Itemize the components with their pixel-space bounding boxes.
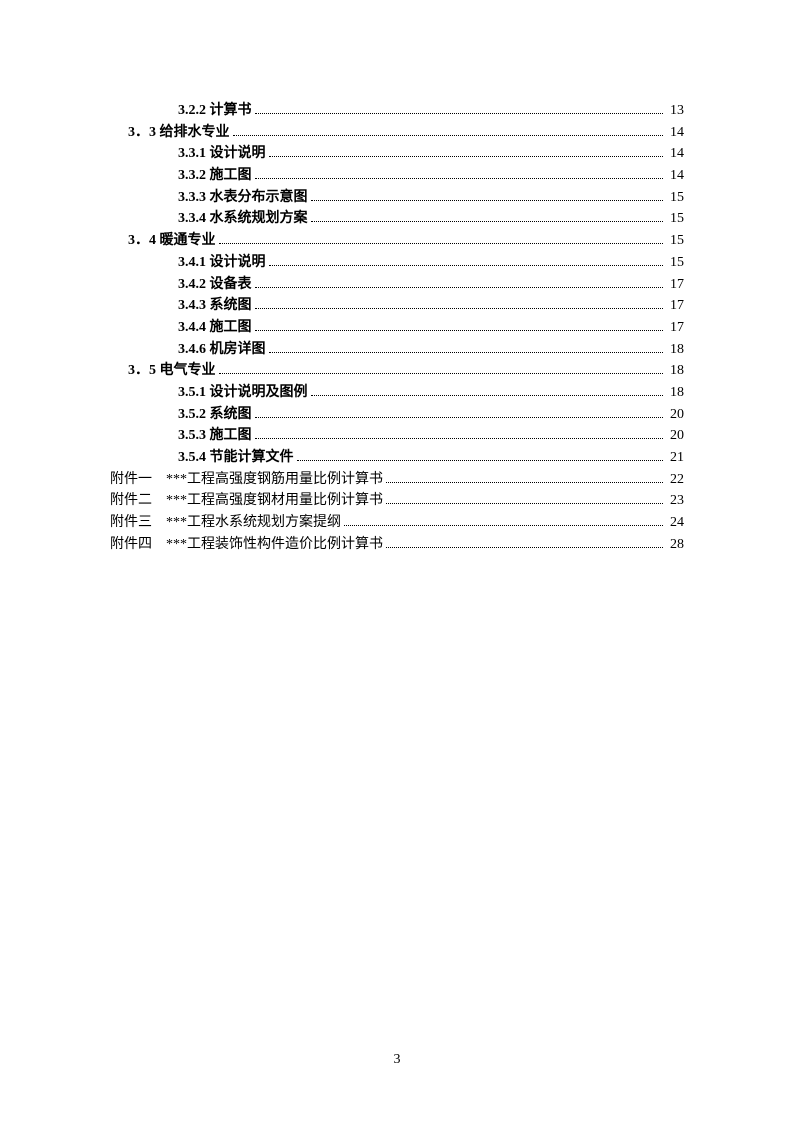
toc-leader-dots [344,525,663,526]
appendix-page: 24 [666,512,684,534]
toc-leader-dots [269,156,664,157]
appendix-entry: 附件二***工程高强度钢材用量比例计算书 23 [110,490,684,512]
toc-entry: 3.3.2 施工图 14 [110,165,684,187]
toc-leader-dots [311,221,664,222]
appendix-title: ***工程高强度钢材用量比例计算书 [166,490,383,512]
toc-entry-page: 15 [666,252,684,274]
toc-leader-dots [386,482,663,483]
toc-entry-label: 3.5.3 施工图 [178,425,252,447]
toc-entry-page: 15 [666,230,684,252]
toc-leader-dots [219,373,664,374]
toc-entry-label: 3．5 电气专业 [128,360,216,382]
toc-entry-page: 17 [666,274,684,296]
appendix-title: ***工程高强度钢筋用量比例计算书 [166,469,383,491]
toc-entry-label: 3.4.4 施工图 [178,317,252,339]
toc-leader-dots [311,395,664,396]
toc-entry: 3.4.3 系统图 17 [110,295,684,317]
appendix-page: 23 [666,490,684,512]
toc-leader-dots [255,178,664,179]
toc-entry: 3.5.2 系统图 20 [110,404,684,426]
toc-entry: 3.3.3 水表分布示意图 15 [110,187,684,209]
toc-entry-page: 20 [666,404,684,426]
appendix-prefix: 附件一 [110,469,166,491]
toc-entry: 3.3.1 设计说明 14 [110,143,684,165]
toc-leader-dots [255,417,664,418]
toc-leader-dots [386,547,663,548]
toc-entry: 3．3 给排水专业 14 [110,122,684,144]
toc-entry: 3．4 暖通专业 15 [110,230,684,252]
toc-leader-dots [219,243,664,244]
appendix-title: ***工程装饰性构件造价比例计算书 [166,534,383,556]
toc-entry-page: 17 [666,317,684,339]
appendix-page: 22 [666,469,684,491]
toc-page: 3.2.2 计算书133．3 给排水专业143.3.1 设计说明143.3.2 … [0,0,794,615]
toc-entry-page: 18 [666,382,684,404]
appendix-prefix: 附件二 [110,490,166,512]
toc-entry: 3.3.4 水系统规划方案 15 [110,208,684,230]
toc-leader-dots [255,113,664,114]
toc-entry: 3．5 电气专业 18 [110,360,684,382]
appendix-entry: 附件一***工程高强度钢筋用量比例计算书 22 [110,469,684,491]
toc-entry-page: 21 [666,447,684,469]
toc-entry-label: 3.4.2 设备表 [178,274,252,296]
toc-entry-label: 3.5.1 设计说明及图例 [178,382,308,404]
toc-entry: 3.5.4 节能计算文件 21 [110,447,684,469]
toc-entry: 3.4.6 机房详图 18 [110,339,684,361]
appendix-entry: 附件四***工程装饰性构件造价比例计算书 28 [110,534,684,556]
toc-entry-label: 3.4.6 机房详图 [178,339,266,361]
toc-entry: 3.4.4 施工图 17 [110,317,684,339]
toc-entry-label: 3.3.3 水表分布示意图 [178,187,308,209]
toc-entry-label: 3.3.2 施工图 [178,165,252,187]
appendix-prefix: 附件四 [110,534,166,556]
toc-leader-dots [297,460,664,461]
toc-leader-dots [386,503,663,504]
toc-entry-page: 17 [666,295,684,317]
appendix-title: ***工程水系统规划方案提纲 [166,512,341,534]
toc-list: 3.2.2 计算书133．3 给排水专业143.3.1 设计说明143.3.2 … [110,100,684,555]
toc-entry: 3.4.2 设备表 17 [110,274,684,296]
toc-leader-dots [233,135,664,136]
toc-entry-page: 15 [666,187,684,209]
toc-entry-page: 14 [666,165,684,187]
appendix-prefix: 附件三 [110,512,166,534]
toc-entry-label: 3.4.1 设计说明 [178,252,266,274]
toc-entry-label: 3.5.4 节能计算文件 [178,447,294,469]
toc-leader-dots [311,200,664,201]
toc-entry-page: 13 [666,100,684,122]
toc-entry: 3.2.2 计算书 13 [110,100,684,122]
toc-entry-label: 3.3.4 水系统规划方案 [178,208,308,230]
toc-entry-label: 3.2.2 计算书 [178,100,252,122]
toc-entry-label: 3.4.3 系统图 [178,295,252,317]
toc-entry-label: 3.5.2 系统图 [178,404,252,426]
toc-entry-label: 3.3.1 设计说明 [178,143,266,165]
toc-entry: 3.5.1 设计说明及图例 18 [110,382,684,404]
toc-entry: 3.5.3 施工图 20 [110,425,684,447]
toc-leader-dots [255,330,664,331]
toc-entry-page: 14 [666,122,684,144]
toc-leader-dots [269,352,664,353]
appendix-entry: 附件三***工程水系统规划方案提纲 24 [110,512,684,534]
toc-entry-page: 18 [666,339,684,361]
appendix-page: 28 [666,534,684,556]
toc-leader-dots [255,438,664,439]
toc-entry-page: 15 [666,208,684,230]
toc-leader-dots [269,265,664,266]
toc-entry-page: 20 [666,425,684,447]
toc-entry-page: 14 [666,143,684,165]
toc-entry-page: 18 [666,360,684,382]
toc-leader-dots [255,287,664,288]
toc-leader-dots [255,308,664,309]
toc-entry: 3.4.1 设计说明 15 [110,252,684,274]
toc-entry-label: 3．4 暖通专业 [128,230,216,252]
toc-entry-label: 3．3 给排水专业 [128,122,230,144]
page-number: 3 [0,1052,794,1068]
